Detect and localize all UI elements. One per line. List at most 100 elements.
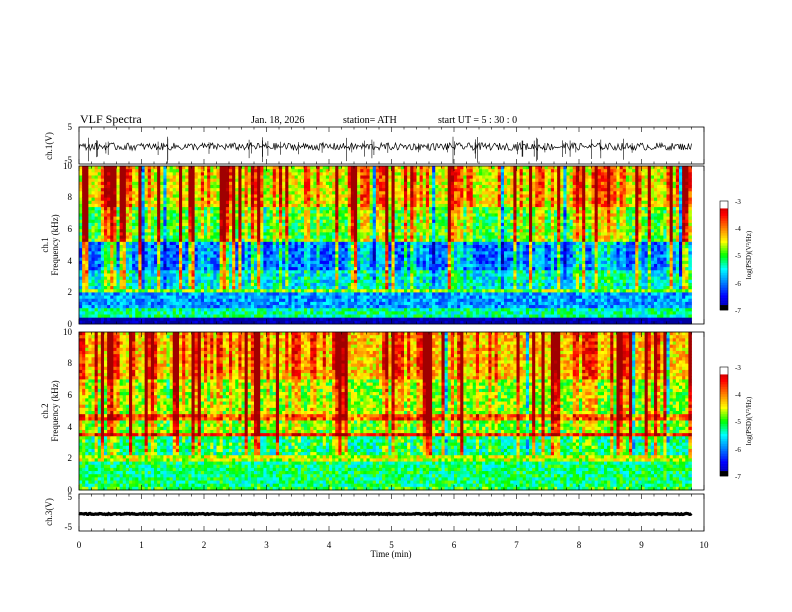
spectrogram-cell bbox=[354, 267, 358, 271]
spectrogram-cell bbox=[166, 175, 171, 180]
spectrogram-cell bbox=[297, 232, 302, 236]
spectrogram-cell bbox=[207, 314, 211, 319]
spectrogram-cell bbox=[200, 257, 205, 262]
spectrogram-cell bbox=[154, 232, 158, 236]
spectrogram-cell bbox=[235, 210, 239, 214]
spectrogram-cell bbox=[379, 229, 383, 233]
spectrogram-cell bbox=[354, 166, 358, 170]
spectrogram-cell bbox=[175, 175, 180, 180]
spectrogram-cell bbox=[360, 292, 364, 296]
spectrogram-cell bbox=[304, 263, 308, 268]
spectrogram-cell bbox=[363, 270, 367, 274]
spectrogram-cell bbox=[182, 276, 186, 281]
spectrogram-cell bbox=[344, 305, 349, 309]
spectrogram-cell bbox=[129, 232, 133, 236]
spectrogram-cell bbox=[229, 305, 233, 309]
spectrogram-cell bbox=[369, 216, 374, 221]
spectrogram-cell bbox=[297, 289, 302, 293]
spectrogram-cell bbox=[329, 216, 333, 221]
spectrogram-cell bbox=[157, 257, 161, 262]
spectrogram-cell bbox=[250, 257, 255, 262]
spectrogram-cell bbox=[263, 311, 267, 315]
spectrogram-cell bbox=[191, 314, 196, 319]
spectrogram-cell bbox=[307, 203, 311, 208]
spectrogram-cell bbox=[125, 254, 130, 259]
spectrogram-cell bbox=[172, 254, 177, 259]
spectrogram-cell bbox=[347, 197, 352, 202]
spectrogram-cell bbox=[357, 222, 361, 227]
spectrogram-cell bbox=[160, 203, 164, 208]
spectrogram-cell bbox=[329, 169, 333, 173]
spectrogram-cell bbox=[294, 172, 299, 176]
spectrogram-cell bbox=[250, 213, 255, 217]
spectrogram-cell bbox=[350, 279, 355, 284]
spectrogram-cell bbox=[197, 257, 202, 262]
spectrogram-cell bbox=[272, 308, 277, 312]
spectrogram-cell bbox=[291, 270, 296, 274]
spectrogram-cell bbox=[341, 213, 346, 217]
spectrogram-cell bbox=[185, 251, 189, 255]
spectrogram-cell bbox=[247, 270, 252, 274]
spectrogram-cell bbox=[344, 241, 349, 246]
spectrogram-cell bbox=[357, 241, 361, 246]
spectrogram-cell bbox=[113, 276, 117, 281]
spectrogram-cell bbox=[194, 263, 199, 268]
spectrogram-cell bbox=[366, 241, 371, 246]
spectrogram-cell bbox=[160, 248, 164, 252]
spectrogram-cell bbox=[288, 178, 292, 183]
spectrogram-cell bbox=[366, 169, 371, 173]
spectrogram-cell bbox=[125, 194, 130, 198]
spectrogram-cell bbox=[235, 263, 239, 268]
spectrogram-cell bbox=[210, 232, 214, 236]
spectrogram-cell bbox=[166, 222, 171, 227]
spectrogram-cell bbox=[254, 254, 258, 259]
spectrogram-cell bbox=[154, 276, 158, 281]
spectrogram-cell bbox=[172, 314, 177, 319]
spectrogram-cell bbox=[185, 248, 189, 252]
spectrogram-cell bbox=[347, 292, 352, 296]
spectrogram-cell bbox=[94, 305, 99, 309]
spectrogram-cell bbox=[229, 172, 233, 176]
spectrogram-cell bbox=[79, 282, 83, 287]
spectrogram-cell bbox=[310, 267, 314, 271]
spectrogram-cell bbox=[104, 273, 108, 277]
spectrogram-cell bbox=[375, 216, 380, 221]
spectrogram-cell bbox=[232, 241, 236, 246]
spectrogram-cell bbox=[297, 317, 302, 322]
spectrogram-cell bbox=[335, 232, 339, 236]
spectrogram-cell bbox=[229, 184, 233, 189]
spectrogram-cell bbox=[338, 273, 342, 277]
spectrogram-cell bbox=[179, 188, 183, 192]
spectrogram-cell bbox=[335, 263, 339, 268]
spectrogram-cell bbox=[150, 175, 155, 180]
spectrogram-cell bbox=[366, 245, 371, 249]
spectrogram-cell bbox=[144, 317, 149, 322]
spectrogram-cell bbox=[300, 172, 305, 176]
spectrogram-cell bbox=[350, 200, 355, 205]
spectrogram-cell bbox=[188, 197, 192, 202]
spectrogram-cell bbox=[222, 311, 227, 315]
spectrogram-cell bbox=[357, 267, 361, 271]
spectrogram-cell bbox=[210, 248, 214, 252]
spectrogram-cell bbox=[200, 226, 205, 230]
spectrogram-cell bbox=[166, 276, 171, 281]
spectrogram-cell bbox=[319, 279, 324, 284]
spectrogram-cell bbox=[322, 219, 327, 224]
spectrogram-cell bbox=[260, 226, 264, 230]
spectrogram-cell bbox=[254, 219, 258, 224]
spectrogram-cell bbox=[257, 308, 261, 312]
spectrogram-cell bbox=[194, 169, 199, 173]
spectrogram-cell bbox=[313, 191, 317, 195]
spectrogram-cell bbox=[129, 279, 133, 284]
spectrogram-cell bbox=[316, 295, 321, 300]
spectrogram-cell bbox=[319, 194, 324, 198]
spectrogram-cell bbox=[372, 314, 377, 319]
spectrogram-cell bbox=[350, 197, 355, 202]
spectrogram-cell bbox=[207, 232, 211, 236]
spectrogram-cell bbox=[260, 178, 264, 183]
spectrogram-cell bbox=[288, 298, 292, 303]
spectrogram-cell bbox=[97, 194, 102, 198]
spectrogram-cell bbox=[154, 197, 158, 202]
spectrogram-cell bbox=[119, 263, 124, 268]
spectrogram-cell bbox=[232, 298, 236, 303]
